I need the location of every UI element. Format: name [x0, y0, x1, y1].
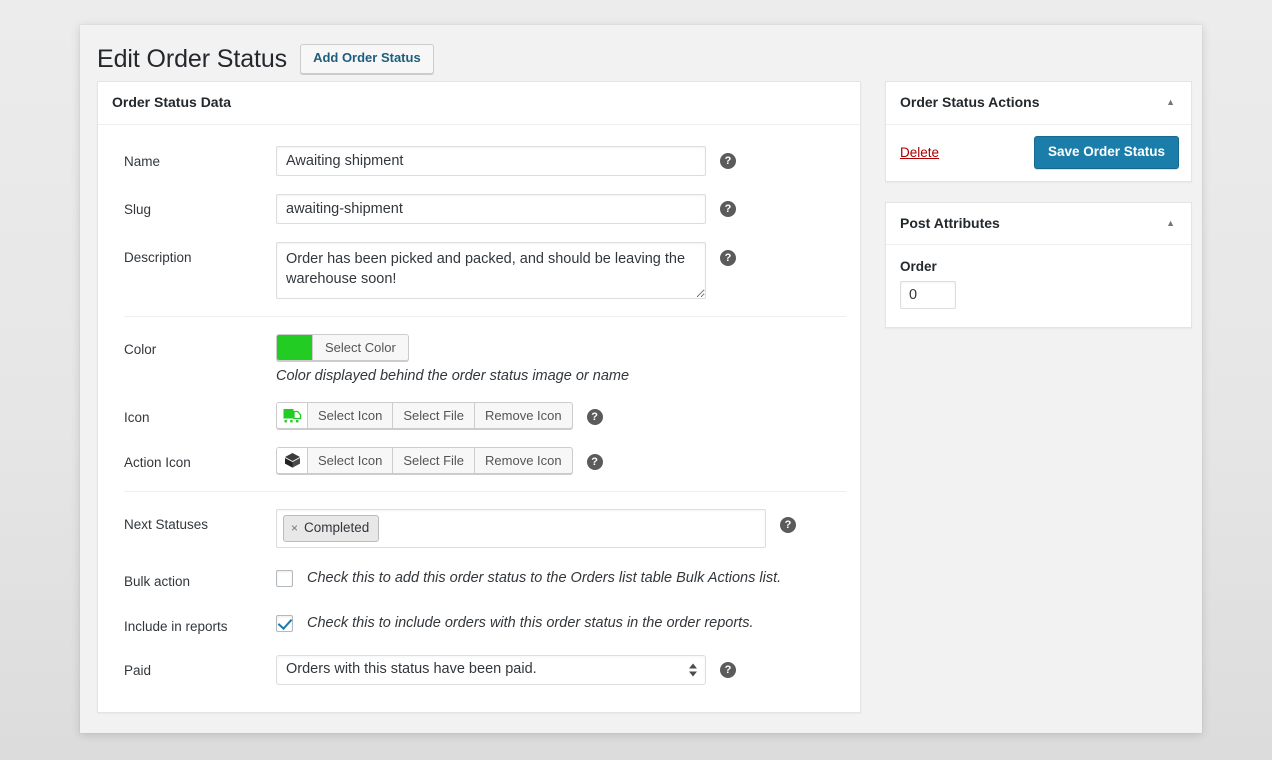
next-statuses-select[interactable]: × Completed — [276, 509, 766, 549]
help-icon[interactable]: ? — [720, 250, 736, 266]
select-icon-button[interactable]: Select Icon — [308, 448, 393, 473]
form-row-color: Color Select Color Color displayed behin… — [98, 325, 860, 393]
divider — [124, 316, 846, 317]
form-row-icon: Icon — [98, 393, 860, 438]
bulk-action-text: Check this to add this order status to t… — [307, 566, 781, 590]
admin-page-wrapper: Edit Order Status Add Order Status Order… — [80, 25, 1202, 733]
select-color-button[interactable]: Select Color — [313, 335, 408, 360]
panel-title: Order Status Data — [112, 93, 231, 113]
color-hint-text: Color displayed behind the order status … — [276, 361, 629, 384]
post-attributes-body: Order — [886, 245, 1191, 327]
remove-tag-icon[interactable]: × — [291, 520, 298, 537]
help-icon[interactable]: ? — [780, 517, 796, 533]
remove-icon-button[interactable]: Remove Icon — [475, 403, 572, 428]
form-row-paid: Paid Orders with this status have been p… — [98, 646, 860, 694]
color-label: Color — [98, 334, 276, 360]
select-file-button[interactable]: Select File — [393, 403, 475, 428]
include-in-reports-text: Check this to include orders with this o… — [307, 611, 753, 635]
help-icon[interactable]: ? — [720, 201, 736, 217]
order-input[interactable] — [900, 281, 956, 309]
bulk-action-checkbox[interactable] — [276, 570, 293, 587]
help-icon[interactable]: ? — [587, 454, 603, 470]
main-column: Order Status Data Name ? Slug — [97, 81, 861, 733]
chevron-up-icon[interactable]: ▲ — [1162, 96, 1179, 109]
description-label: Description — [98, 242, 276, 268]
order-status-data-header: Order Status Data — [98, 82, 860, 125]
description-textarea[interactable]: Order has been picked and packed, and sh… — [276, 242, 706, 299]
page-columns: Order Status Data Name ? Slug — [80, 81, 1202, 733]
next-statuses-label: Next Statuses — [98, 509, 276, 535]
slug-input[interactable] — [276, 194, 706, 224]
page-header: Edit Order Status Add Order Status — [80, 25, 1202, 81]
include-in-reports-label: Include in reports — [98, 611, 276, 637]
order-status-actions-header: Order Status Actions ▲ — [886, 82, 1191, 125]
form-row-description: Description Order has been picked and pa… — [98, 233, 860, 308]
bulk-action-label: Bulk action — [98, 566, 276, 592]
icon-label: Icon — [98, 402, 276, 428]
name-input[interactable] — [276, 146, 706, 176]
form-row-slug: Slug ? — [98, 185, 860, 233]
form-row-action-icon: Action Icon Select Ic — [98, 438, 860, 483]
select-file-button[interactable]: Select File — [393, 448, 475, 473]
order-status-data-body: Name ? Slug ? — [98, 125, 860, 712]
form-row-bulk-action: Bulk action Check this to add this order… — [98, 557, 860, 601]
paid-label: Paid — [98, 655, 276, 681]
post-attributes-panel: Post Attributes ▲ Order — [885, 202, 1192, 329]
tag-item[interactable]: × Completed — [283, 515, 379, 543]
delivery-truck-icon — [277, 403, 308, 428]
remove-icon-button[interactable]: Remove Icon — [475, 448, 572, 473]
slug-label: Slug — [98, 194, 276, 220]
panel-title: Post Attributes — [900, 214, 1000, 234]
order-status-data-panel: Order Status Data Name ? Slug — [97, 81, 861, 713]
order-status-actions-body: Delete Save Order Status — [886, 125, 1191, 181]
order-status-actions-panel: Order Status Actions ▲ Delete Save Order… — [885, 81, 1192, 182]
add-order-status-button[interactable]: Add Order Status — [300, 44, 434, 74]
select-icon-button[interactable]: Select Icon — [308, 403, 393, 428]
form-row-next-statuses: Next Statuses × Completed ? — [98, 500, 860, 558]
package-box-icon — [277, 448, 308, 473]
post-attributes-header: Post Attributes ▲ — [886, 203, 1191, 246]
action-icon-picker-group: Select Icon Select File Remove Icon — [276, 447, 573, 474]
panel-title: Order Status Actions — [900, 93, 1040, 113]
name-label: Name — [98, 146, 276, 172]
delete-link[interactable]: Delete — [900, 145, 939, 160]
form-row-name: Name ? — [98, 137, 860, 185]
icon-picker-group: Select Icon Select File Remove Icon — [276, 402, 573, 429]
color-swatch[interactable] — [277, 335, 313, 360]
order-field-label: Order — [900, 259, 1177, 274]
save-order-status-button[interactable]: Save Order Status — [1034, 136, 1179, 169]
divider — [124, 491, 846, 492]
help-icon[interactable]: ? — [720, 662, 736, 678]
include-in-reports-checkbox[interactable] — [276, 615, 293, 632]
paid-select-wrapper: Orders with this status have been paid. — [276, 655, 706, 685]
chevron-up-icon[interactable]: ▲ — [1162, 217, 1179, 230]
form-row-include-in-reports: Include in reports Check this to include… — [98, 602, 860, 646]
tag-label: Completed — [304, 519, 369, 538]
color-picker-group[interactable]: Select Color — [276, 334, 409, 361]
help-icon[interactable]: ? — [587, 409, 603, 425]
action-icon-label: Action Icon — [98, 447, 276, 473]
help-icon[interactable]: ? — [720, 153, 736, 169]
page-title: Edit Order Status — [97, 44, 287, 74]
sidebar-column: Order Status Actions ▲ Delete Save Order… — [885, 81, 1192, 348]
paid-select[interactable]: Orders with this status have been paid. — [276, 655, 706, 685]
